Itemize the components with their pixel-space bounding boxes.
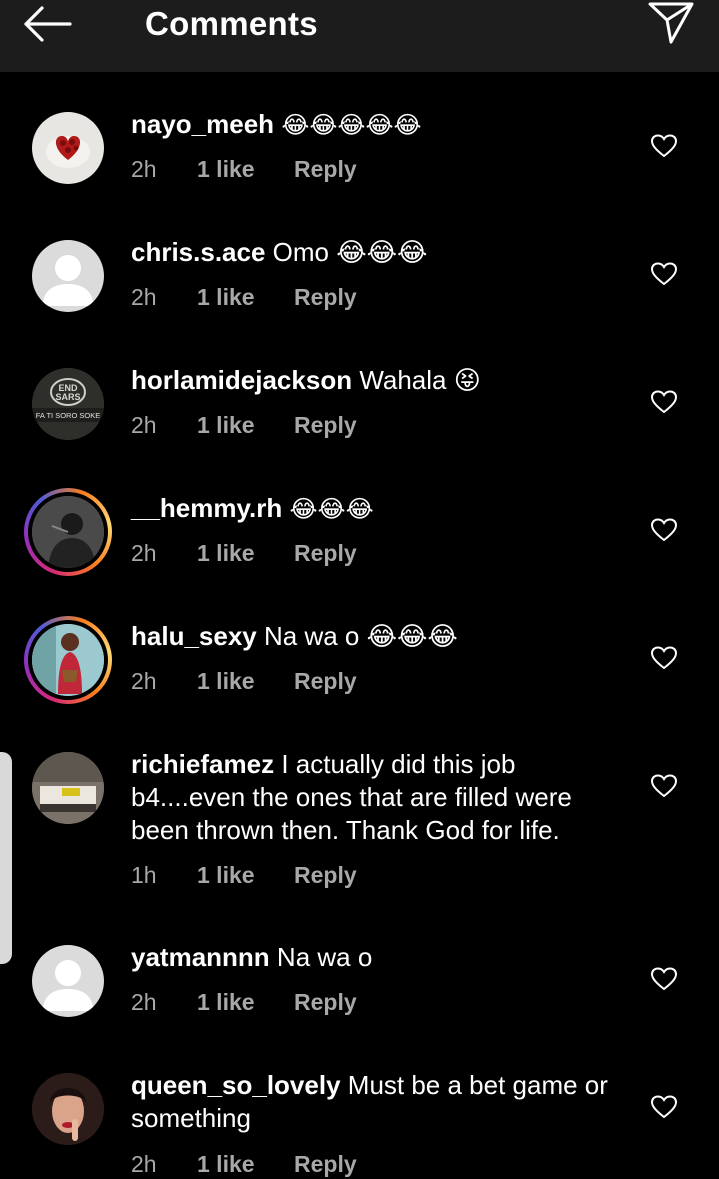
heart-icon[interactable]: [651, 774, 677, 798]
paper-plane-icon: [648, 2, 694, 44]
reply-button[interactable]: Reply: [294, 410, 357, 440]
comment-time: 2h: [131, 284, 157, 310]
comment-username[interactable]: horlamidejackson: [131, 365, 352, 395]
heart-icon[interactable]: [651, 262, 677, 286]
comment-username[interactable]: halu_sexy: [131, 621, 257, 651]
avatar[interactable]: END SARS FA TI SORO SOKE: [32, 368, 104, 440]
reply-button[interactable]: Reply: [294, 154, 357, 184]
like-count[interactable]: 1 like: [197, 666, 255, 696]
like-count[interactable]: 1 like: [197, 860, 255, 890]
share-button[interactable]: [646, 0, 696, 46]
comment-text: 😂😂😂: [289, 496, 374, 523]
reply-button[interactable]: Reply: [294, 538, 357, 568]
avatar[interactable]: [24, 488, 112, 576]
like-count[interactable]: 1 like: [197, 282, 255, 312]
comment-username[interactable]: yatmannnn: [131, 942, 270, 972]
endsars-badge-avatar: END SARS FA TI SORO SOKE: [32, 368, 104, 440]
back-button[interactable]: [20, 4, 74, 44]
reply-button[interactable]: Reply: [294, 860, 357, 890]
heart-icon[interactable]: [651, 134, 677, 158]
default-avatar-icon: [32, 240, 104, 312]
page-title: Comments: [145, 5, 318, 42]
arrow-left-icon: [24, 6, 72, 42]
heart-icon[interactable]: [651, 646, 677, 670]
heart-icon[interactable]: [651, 390, 677, 414]
reply-button[interactable]: Reply: [294, 666, 357, 696]
avatar[interactable]: [24, 616, 112, 704]
comment-time: 1h: [131, 862, 157, 888]
comment-username[interactable]: richiefamez: [131, 749, 274, 779]
comment-time: 2h: [131, 668, 157, 694]
comment-time: 2h: [131, 540, 157, 566]
heart-icon[interactable]: [651, 518, 677, 542]
comment-text: Na wa o: [276, 942, 373, 972]
like-count[interactable]: 1 like: [197, 154, 255, 184]
comment-time: 2h: [131, 412, 157, 438]
comment-username[interactable]: __hemmy.rh: [131, 493, 282, 523]
reply-button[interactable]: Reply: [294, 282, 357, 312]
avatar[interactable]: [32, 1073, 104, 1145]
avatar[interactable]: [32, 945, 104, 1017]
comment-time: 2h: [131, 156, 157, 182]
reply-button[interactable]: Reply: [294, 987, 357, 1017]
svg-text:SARS: SARS: [55, 392, 80, 402]
comment-username[interactable]: chris.s.ace: [131, 237, 265, 267]
comment-text: Na wa o 😂😂😂: [263, 621, 458, 651]
like-count[interactable]: 1 like: [197, 987, 255, 1017]
comment-username[interactable]: queen_so_lovely: [131, 1070, 341, 1100]
svg-text:FA TI SORO SOKE: FA TI SORO SOKE: [36, 411, 100, 420]
comment-text: 😂😂😂😂😂: [281, 112, 422, 139]
heart-icon[interactable]: [651, 1095, 677, 1119]
avatar[interactable]: [32, 240, 104, 312]
like-count[interactable]: 1 like: [197, 538, 255, 568]
comment-text: Omo 😂😂😂: [272, 237, 428, 267]
default-avatar-icon: [32, 945, 104, 1017]
edge-scroll-tab[interactable]: [0, 752, 12, 964]
comment-username[interactable]: nayo_meeh: [131, 109, 274, 139]
heart-icon[interactable]: [651, 967, 677, 991]
avatar[interactable]: [32, 752, 104, 824]
like-count[interactable]: 1 like: [197, 410, 255, 440]
comment-time: 2h: [131, 989, 157, 1015]
comment-text: Wahala 😝: [359, 365, 481, 395]
avatar[interactable]: [32, 112, 104, 184]
app-header: Comments: [0, 0, 719, 72]
